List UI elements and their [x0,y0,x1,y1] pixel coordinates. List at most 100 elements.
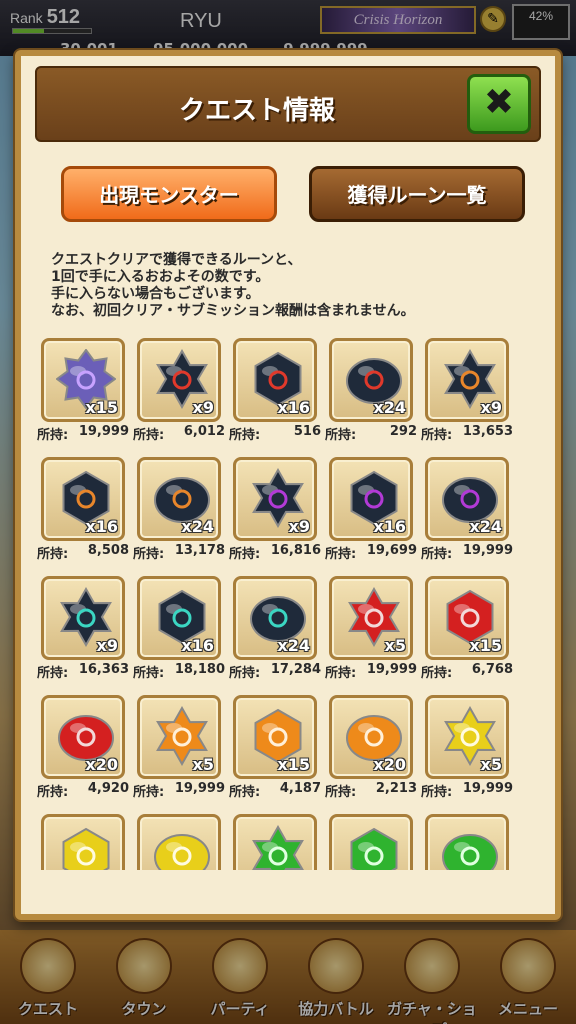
rune-card[interactable]: x24 [329,338,413,422]
rune-item[interactable]: x9 所持: 13,653 [419,338,515,443]
rune-item[interactable] [131,814,227,870]
rune-item[interactable]: x16 所持: 516 [227,338,323,443]
owned-label: 所持: [421,547,453,562]
rune-item[interactable]: x24 所持: 17,284 [227,576,323,681]
owned-label: 所持: [37,547,69,562]
rune-owned-count: 所持: 6,768 [419,662,515,681]
rune-item[interactable]: x9 所持: 6,012 [131,338,227,443]
rune-card[interactable]: x16 [233,338,317,422]
modal-title: クエスト情報 [178,96,335,126]
rune-card[interactable]: x9 [233,457,317,541]
owned-label: 所持: [325,428,357,443]
rune-item[interactable]: x24 所持: 19,999 [419,457,515,562]
description-line: なお、初回クリア・サブミッション報酬は含まれません。 [51,303,415,319]
rune-quantity: x9 [480,398,502,417]
owned-value: 516 [293,424,321,439]
owned-label: 所持: [133,547,165,562]
rune-item[interactable]: x5 所持: 19,999 [419,695,515,800]
close-button[interactable]: ✖ [467,74,531,134]
rune-owned-count: 所持: 13,178 [131,543,227,562]
rune-quantity: x15 [277,755,310,774]
quest-info-modal: クエスト情報 ✖ 出現モンスター 獲得ルーン一覧 クエストクリアで獲得できるルー… [15,50,561,920]
owned-value: 13,653 [462,424,513,439]
rune-item[interactable]: x15 所持: 19,999 [35,338,131,443]
rune-item[interactable]: x20 所持: 4,920 [35,695,131,800]
rune-owned-count: 所持: 19,999 [323,662,419,681]
rune-item[interactable] [227,814,323,870]
tab-appearing-monsters[interactable]: 出現モンスター [61,166,277,222]
rune-card[interactable]: x16 [137,576,221,660]
owned-label: 所持: [325,666,357,681]
rune-card[interactable]: x15 [233,695,317,779]
rune-item[interactable] [323,814,419,870]
rune-card[interactable]: x9 [41,576,125,660]
rune-quantity: x5 [480,755,502,774]
rune-list-scroll[interactable]: x15 所持: 19,999 x9 所持: 6,012 x16 所持: 516 x24 所持: 292… [35,338,541,870]
owned-value: 8,508 [87,543,129,558]
rune-card[interactable]: x5 [425,695,509,779]
owned-label: 所持: [133,666,165,681]
rune-item[interactable]: x15 所持: 6,768 [419,576,515,681]
rune-quantity: x20 [85,755,118,774]
rune-card[interactable]: x5 [329,576,413,660]
rune-quantity: x24 [277,636,310,655]
rune-item[interactable]: x24 所持: 292 [323,338,419,443]
rune-item[interactable]: x16 所持: 8,508 [35,457,131,562]
rune-owned-count: 所持: 8,508 [35,543,131,562]
rune-owned-count: 所持: 4,187 [227,781,323,800]
owned-value: 19,999 [366,662,417,677]
rune-owned-count: 所持: 16,363 [35,662,131,681]
rune-card[interactable] [137,814,221,870]
rune-item[interactable]: x16 所持: 19,699 [323,457,419,562]
modal-header: クエスト情報 ✖ [35,66,541,142]
rune-item[interactable]: x24 所持: 13,178 [131,457,227,562]
rune-quantity: x9 [96,636,118,655]
owned-label: 所持: [37,785,69,800]
rune-card[interactable]: x16 [329,457,413,541]
rune-quantity: x24 [181,517,214,536]
rune-item[interactable] [35,814,131,870]
tab-rune-list[interactable]: 獲得ルーン一覧 [309,166,525,222]
owned-label: 所持: [421,428,453,443]
rune-card[interactable]: x20 [329,695,413,779]
rune-card[interactable]: x24 [137,457,221,541]
owned-label: 所持: [421,666,453,681]
rune-card[interactable]: x15 [425,576,509,660]
yellow-blob-rune-icon [154,834,210,870]
rune-card[interactable]: x9 [137,338,221,422]
rune-owned-count: 所持: 19,999 [419,781,515,800]
rune-item[interactable]: x16 所持: 18,180 [131,576,227,681]
rune-item[interactable]: x5 所持: 19,999 [323,576,419,681]
owned-value: 17,284 [270,662,321,677]
rune-card[interactable]: x9 [425,338,509,422]
rune-quantity: x16 [277,398,310,417]
rune-quantity: x16 [85,517,118,536]
rune-quantity: x15 [85,398,118,417]
rune-item[interactable] [419,814,515,870]
rune-card[interactable]: x24 [233,576,317,660]
rune-card[interactable] [233,814,317,870]
rune-item[interactable]: x5 所持: 19,999 [131,695,227,800]
rune-item[interactable]: x20 所持: 2,213 [323,695,419,800]
rune-card[interactable] [425,814,509,870]
rune-quantity: x5 [192,755,214,774]
rune-card[interactable] [41,814,125,870]
owned-value: 6,768 [471,662,513,677]
rune-card[interactable]: x15 [41,338,125,422]
rune-card[interactable]: x16 [41,457,125,541]
rune-quantity: x24 [469,517,502,536]
owned-label: 所持: [37,428,69,443]
rune-card[interactable]: x20 [41,695,125,779]
rune-item[interactable]: x15 所持: 4,187 [227,695,323,800]
rune-owned-count: 所持: 6,012 [131,424,227,443]
rune-card[interactable]: x24 [425,457,509,541]
owned-value: 16,816 [270,543,321,558]
rune-quantity: x16 [181,636,214,655]
rune-item[interactable]: x9 所持: 16,363 [35,576,131,681]
rune-card[interactable]: x5 [137,695,221,779]
rune-quantity: x9 [192,398,214,417]
rune-owned-count: 所持: 19,999 [35,424,131,443]
yellow-hex-rune-icon [62,827,110,870]
rune-item[interactable]: x9 所持: 16,816 [227,457,323,562]
rune-card[interactable] [329,814,413,870]
